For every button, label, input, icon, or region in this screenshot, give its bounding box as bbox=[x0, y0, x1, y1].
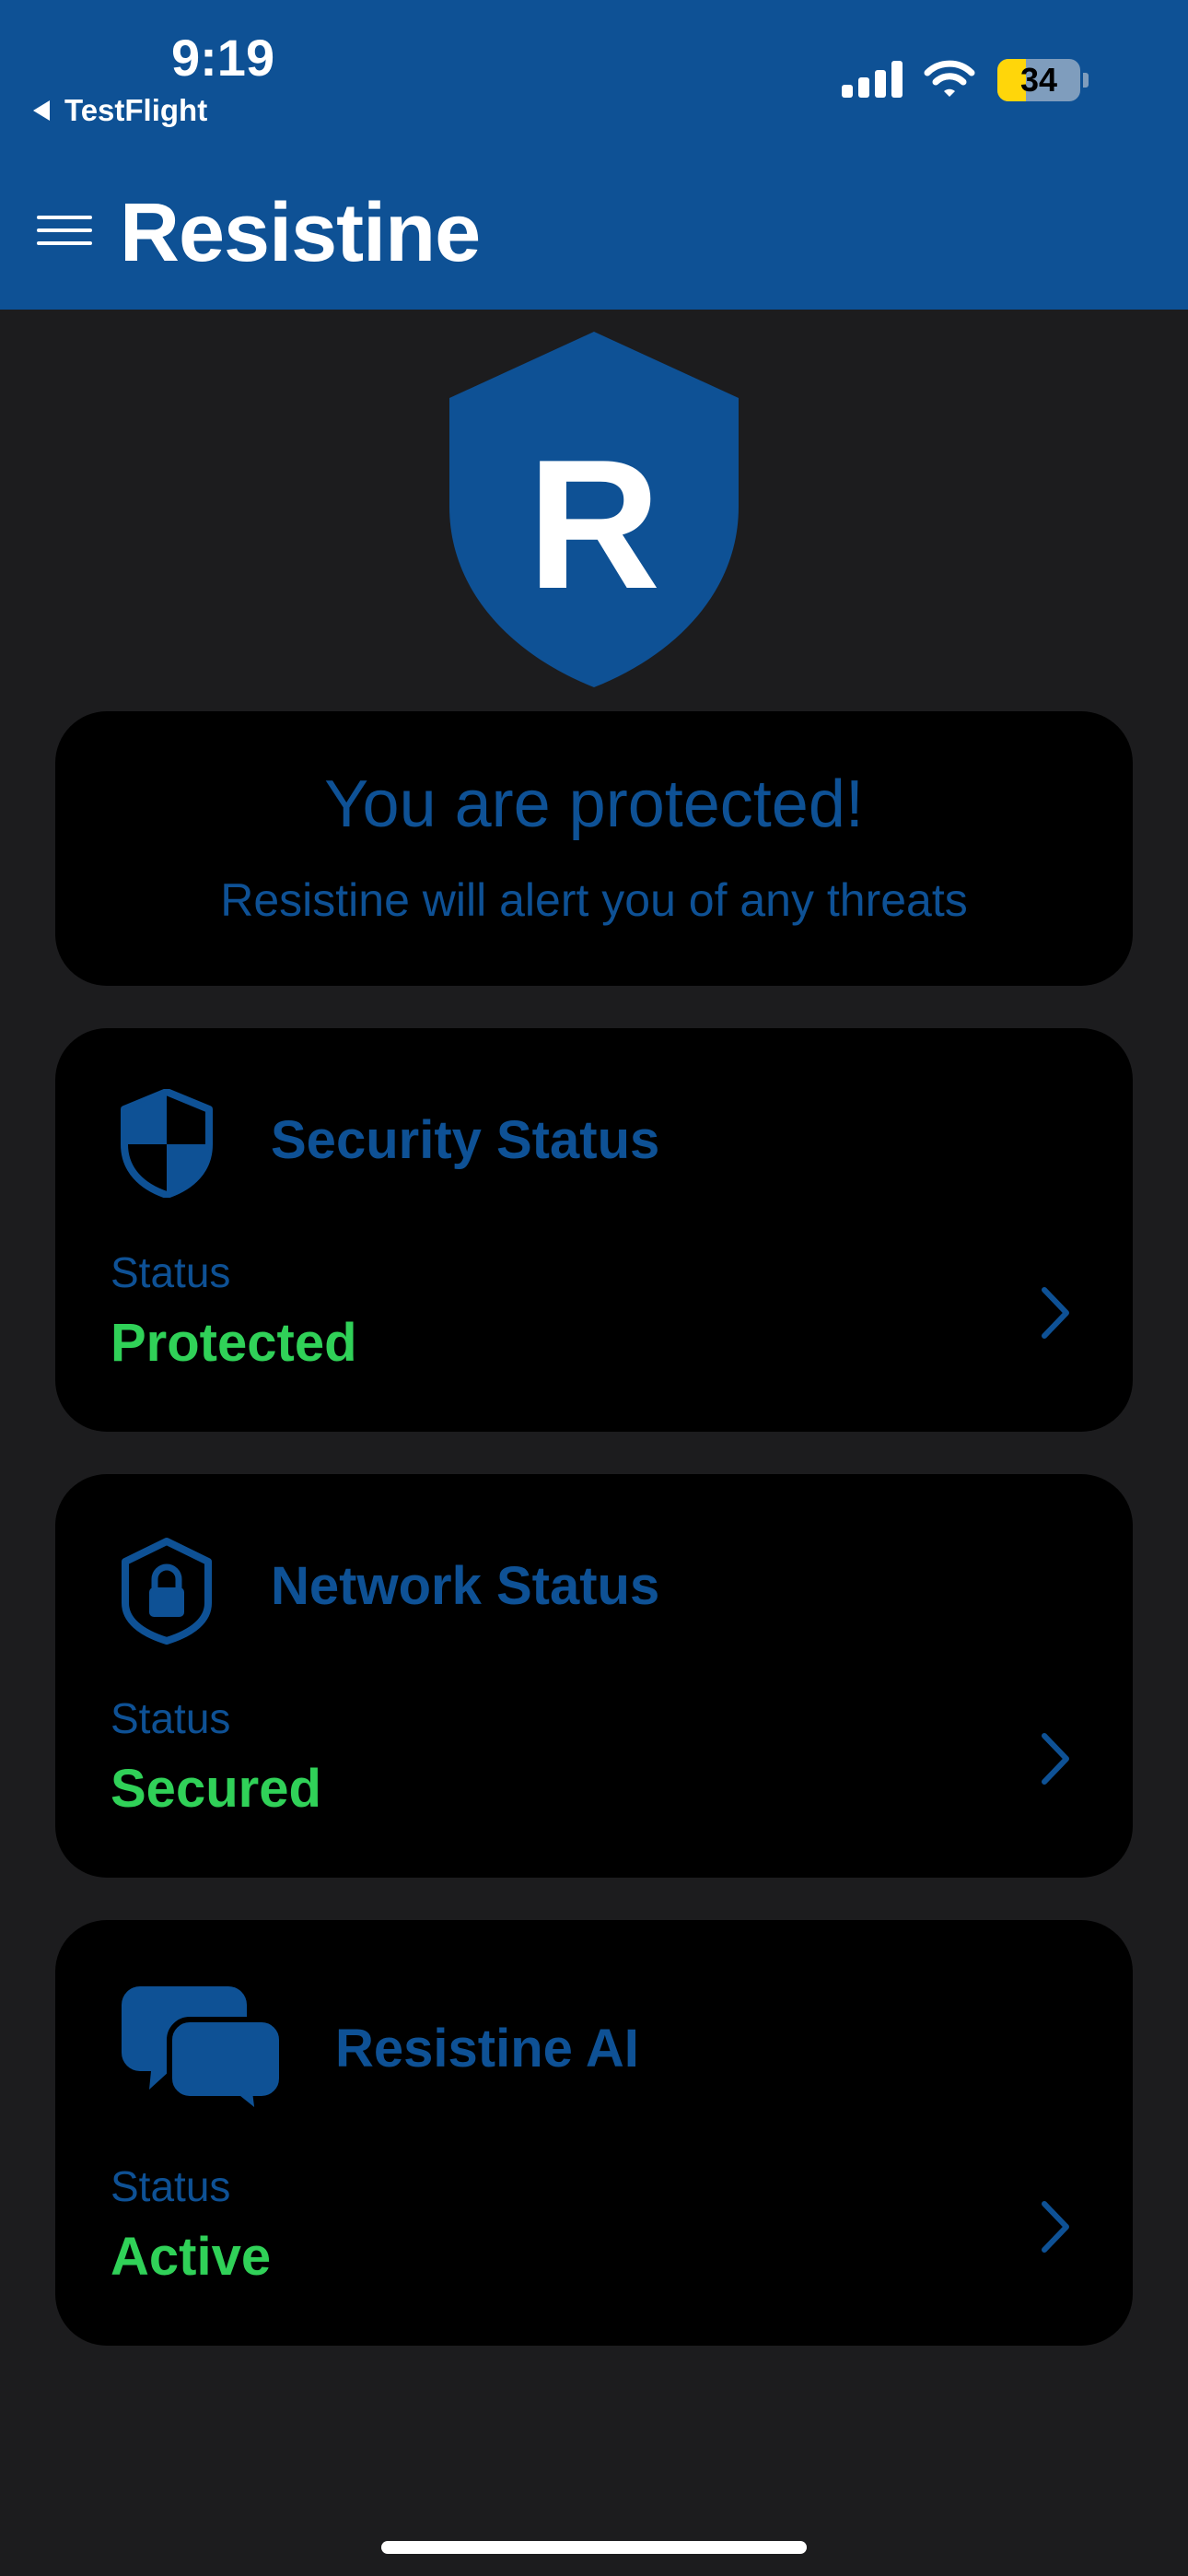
page-title: Resistine bbox=[120, 187, 481, 279]
home-indicator[interactable] bbox=[381, 2541, 807, 2554]
logo-letter: R bbox=[528, 422, 660, 627]
protection-title: You are protected! bbox=[324, 767, 864, 841]
chevron-right-icon bbox=[1042, 1287, 1069, 1339]
network-status-label: Status bbox=[111, 1694, 231, 1742]
battery-level: 34 bbox=[1019, 61, 1058, 99]
security-status-value: Protected bbox=[111, 1313, 357, 1373]
network-status-card[interactable]: Network Status Status Secured bbox=[55, 1474, 1133, 1878]
chevron-right-icon bbox=[1042, 2201, 1069, 2253]
back-link-label: TestFlight bbox=[64, 93, 208, 127]
resistine-ai-title: Resistine AI bbox=[335, 2019, 639, 2078]
cellular-signal-icon bbox=[842, 61, 903, 98]
resistine-shield-logo: R bbox=[449, 332, 739, 687]
shield-lock-icon bbox=[122, 1538, 212, 1645]
back-arrow-icon bbox=[33, 100, 50, 121]
security-status-card[interactable]: Security Status Status Protected bbox=[55, 1028, 1133, 1432]
resistine-ai-value: Active bbox=[111, 2227, 272, 2287]
shield-checkered-icon bbox=[121, 1089, 213, 1198]
battery-icon: 34 bbox=[997, 59, 1080, 101]
network-status-title: Network Status bbox=[271, 1556, 660, 1616]
protection-summary-card: You are protected! Resistine will alert … bbox=[55, 711, 1133, 986]
wifi-icon bbox=[924, 60, 975, 97]
back-to-testflight-link[interactable]: TestFlight bbox=[33, 93, 207, 128]
protection-subtitle: Resistine will alert you of any threats bbox=[220, 874, 968, 926]
security-status-title: Security Status bbox=[271, 1110, 660, 1170]
app-header: 9:19 TestFlight 34 Resistine bbox=[0, 0, 1188, 310]
chevron-right-icon bbox=[1042, 1733, 1069, 1785]
status-bar-time: 9:19 bbox=[171, 29, 275, 87]
chat-bubbles-icon bbox=[122, 1986, 284, 2112]
battery-cap bbox=[1083, 73, 1089, 88]
hamburger-menu-icon[interactable] bbox=[37, 216, 92, 247]
security-status-label: Status bbox=[111, 1248, 231, 1296]
resistine-ai-card[interactable]: Resistine AI Status Active bbox=[55, 1920, 1133, 2346]
resistine-ai-label: Status bbox=[111, 2162, 231, 2210]
network-status-value: Secured bbox=[111, 1759, 321, 1819]
